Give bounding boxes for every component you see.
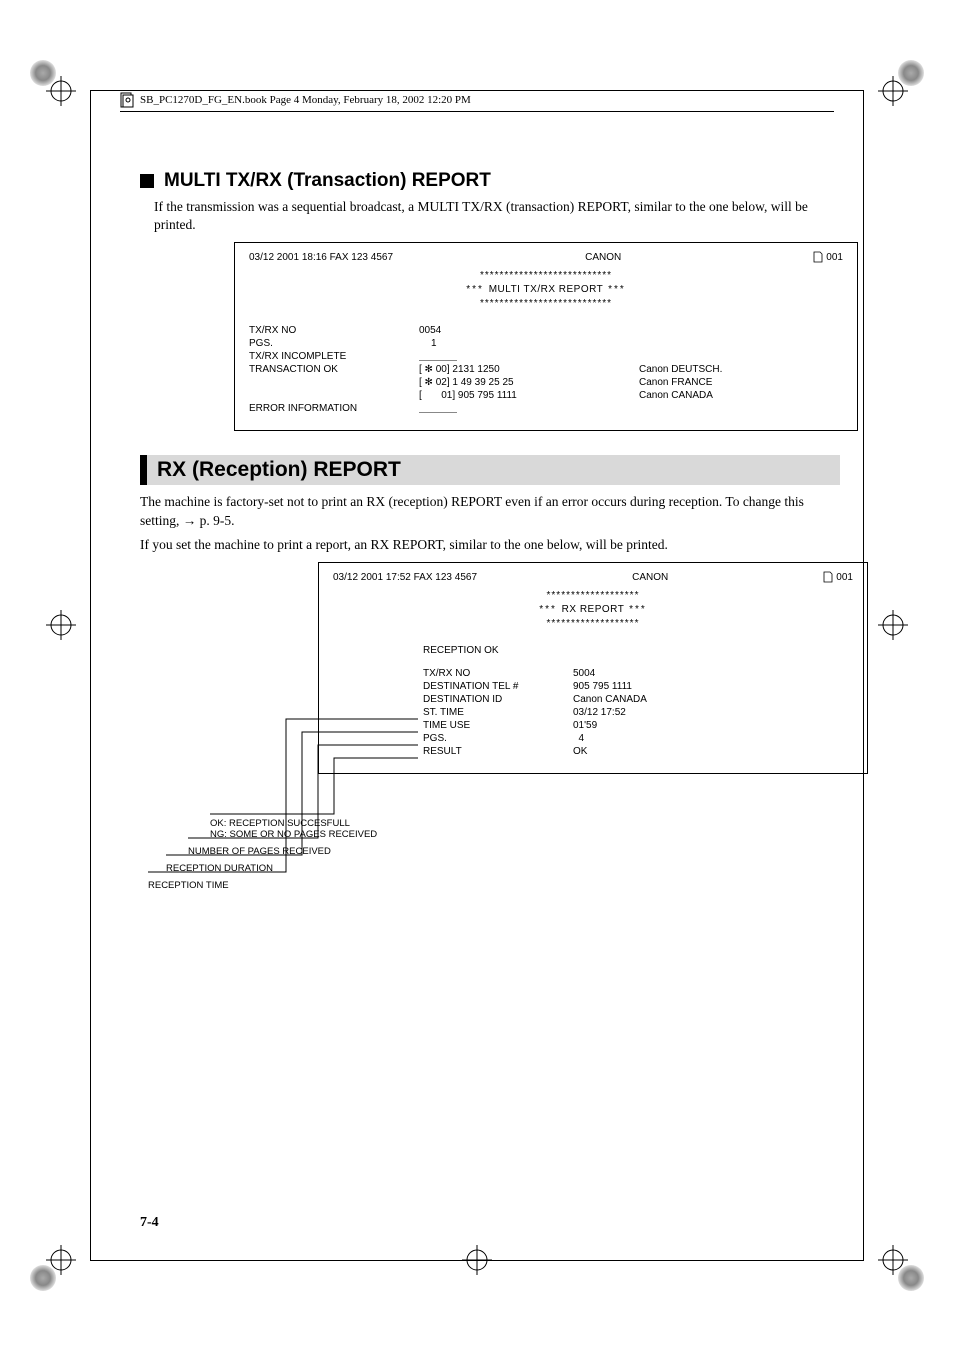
page-icon: [813, 251, 823, 263]
stars-top: ***************************: [249, 269, 843, 283]
book-header-text: SB_PC1270D_FG_EN.book Page 4 Monday, Feb…: [140, 94, 471, 106]
incomplete-label: TX/RX INCOMPLETE: [249, 351, 419, 362]
callout-pages: NUMBER OF PAGES RECEIVED: [188, 846, 331, 857]
report2-header-left: 03/12 2001 17:52 FAX 123 4567: [333, 572, 477, 583]
stars-top: *******************: [333, 589, 853, 603]
registration-mark: [878, 76, 908, 106]
txrx-no-value: 0054: [419, 325, 639, 336]
section-band: RX (Reception) REPORT: [140, 455, 840, 485]
report-row: ERROR INFORMATION x: [249, 403, 843, 414]
error-info-value: x: [419, 403, 639, 414]
registration-mark: [878, 610, 908, 640]
report-row: TRANSACTION OK [ ✻ 00] 2131 1250 Canon D…: [249, 364, 843, 375]
report-row: DESTINATION TEL # 905 795 1111: [423, 681, 853, 692]
report-row: PGS. 1: [249, 338, 843, 349]
stars-post: ***: [608, 284, 626, 295]
result-value: OK: [573, 746, 587, 757]
txrx-no-label: TX/RX NO: [249, 325, 419, 336]
report-row: [ ✻ 02] 1 49 39 25 25 Canon FRANCE: [249, 377, 843, 388]
pgs-value: 1: [419, 338, 651, 349]
report1-title: MULTI TX/RX REPORT: [489, 284, 604, 295]
crop-frame-line: [90, 1260, 864, 1261]
pgs-label: PGS.: [249, 338, 419, 349]
crop-frame-line: [90, 90, 91, 1261]
incomplete-value: x: [419, 351, 639, 362]
report1-header-center: CANON: [585, 252, 621, 263]
stars-pre: ***: [466, 284, 484, 295]
error-info-label: ERROR INFORMATION: [249, 403, 419, 414]
section2-para2: If you set the machine to print a report…: [140, 536, 840, 554]
report2-header-right: 001: [836, 572, 853, 583]
transaction-ok-label: TRANSACTION OK: [249, 364, 419, 375]
report2-title: RX REPORT: [562, 604, 625, 615]
registration-mark: [46, 610, 76, 640]
registration-mark: [46, 76, 76, 106]
callout-time: RECEPTION TIME: [148, 880, 229, 891]
report-row: TIME USE 01'59: [423, 720, 853, 731]
ok2-rgt: Canon FRANCE: [639, 377, 843, 388]
ok3-mid: [ 01] 905 795 1111: [419, 390, 639, 401]
rx-report-box: 03/12 2001 17:52 FAX 123 4567 CANON 001 …: [318, 562, 868, 774]
callout-result: OK: RECEPTION SUCCESFULL NG: SOME OR NO …: [210, 818, 377, 840]
registration-mark: [878, 1245, 908, 1275]
result-label: RESULT: [423, 746, 573, 757]
txrx-no-label: TX/RX NO: [423, 668, 573, 679]
stars-pre: ***: [539, 604, 557, 615]
multi-txrx-report-box: 03/12 2001 18:16 FAX 123 4567 CANON 001 …: [234, 242, 858, 431]
section2-title: RX (Reception) REPORT: [157, 458, 830, 482]
pgs-label: PGS.: [423, 733, 573, 744]
crop-frame-line: [90, 90, 864, 91]
dest-id-value: Canon CANADA: [573, 694, 647, 705]
time-use-label: TIME USE: [423, 720, 573, 731]
report-row: TX/RX INCOMPLETE x: [249, 351, 843, 362]
report-row: TX/RX NO 0054: [249, 325, 843, 336]
stars-bottom: ***************************: [249, 297, 843, 311]
dest-tel-value: 905 795 1111: [573, 681, 632, 692]
heading-bullet-icon: [140, 174, 154, 188]
para1-a: The machine is factory-set not to print …: [140, 494, 804, 527]
pgs-value: 4: [573, 733, 584, 744]
st-time-label: ST. TIME: [423, 707, 573, 718]
arrow-icon: →: [183, 513, 197, 528]
report-row: PGS. 4: [423, 733, 853, 744]
txrx-no-value: 5004: [573, 668, 595, 679]
para1-b: p. 9-5.: [196, 513, 234, 528]
report-row: ST. TIME 03/12 17:52: [423, 707, 853, 718]
callout-ng: NG: SOME OR NO PAGES RECEIVED: [210, 829, 377, 840]
ok1-mid: [ ✻ 00] 2131 1250: [419, 364, 639, 375]
section-heading: MULTI TX/RX (Transaction) REPORT: [140, 170, 840, 192]
report1-header-right: 001: [826, 252, 843, 263]
st-time-value: 03/12 17:52: [573, 707, 626, 718]
ok1-rgt: Canon DEUTSCH.: [639, 364, 843, 375]
report-row: [ 01] 905 795 1111 Canon CANADA: [249, 390, 843, 401]
report1-header-left: 03/12 2001 18:16 FAX 123 4567: [249, 252, 393, 263]
stars-bottom: *******************: [333, 617, 853, 631]
ok3-rgt: Canon CANADA: [639, 390, 843, 401]
stars-post: ***: [629, 604, 647, 615]
report-row: TX/RX NO 5004: [423, 668, 853, 679]
dest-id-label: DESTINATION ID: [423, 694, 573, 705]
report-row: DESTINATION ID Canon CANADA: [423, 694, 853, 705]
page-number: 7-4: [140, 1215, 159, 1231]
callout-ok: OK: RECEPTION SUCCESFULL: [210, 818, 377, 829]
dest-tel-label: DESTINATION TEL #: [423, 681, 573, 692]
section2-para1: The machine is factory-set not to print …: [140, 493, 840, 529]
section1-intro: If the transmission was a sequential bro…: [154, 198, 840, 234]
ok2-mid: [ ✻ 02] 1 49 39 25 25: [419, 377, 639, 388]
book-header-bar: SB_PC1270D_FG_EN.book Page 4 Monday, Feb…: [120, 92, 834, 112]
registration-mark: [46, 1245, 76, 1275]
callout-duration: RECEPTION DURATION: [166, 863, 273, 874]
reception-ok: RECEPTION OK: [423, 645, 499, 656]
report2-header-center: CANON: [632, 572, 668, 583]
page-icon: [823, 571, 833, 583]
section1-title: MULTI TX/RX (Transaction) REPORT: [164, 170, 491, 192]
time-use-value: 01'59: [573, 720, 597, 731]
report-row: RESULT OK: [423, 746, 853, 757]
book-file-icon: [120, 92, 134, 108]
